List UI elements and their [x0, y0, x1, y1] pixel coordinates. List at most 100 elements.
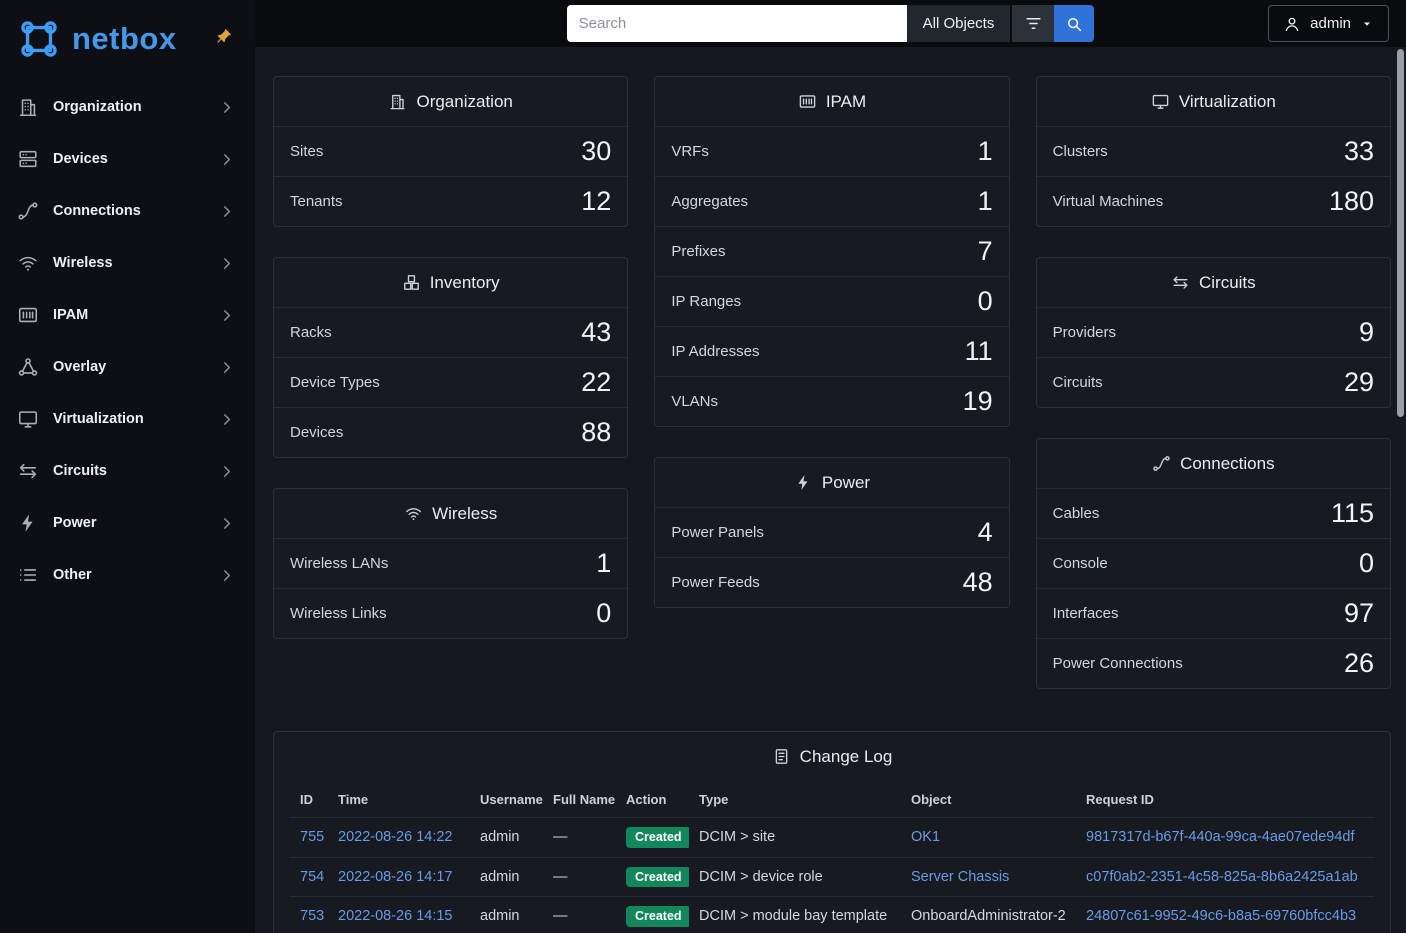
stat-row-circuits[interactable]: Circuits 29 — [1037, 357, 1390, 407]
user-menu-button[interactable]: admin — [1268, 5, 1389, 42]
table-row: 753 2022-08-26 14:15 admin — Created DCI… — [290, 897, 1374, 933]
netbox-logo[interactable]: netbox — [0, 0, 255, 77]
stat-row-prefixes[interactable]: Prefixes 7 — [655, 226, 1008, 276]
stat-row-vrfs[interactable]: VRFs 1 — [655, 126, 1008, 176]
stat-value: 43 — [581, 319, 611, 346]
card-header: Organization — [274, 77, 627, 126]
stat-row-power-panels[interactable]: Power Panels 4 — [655, 507, 1008, 557]
sidebar-item-power[interactable]: Power — [0, 497, 255, 549]
chevron-right-icon — [218, 463, 235, 480]
card-header: Inventory — [274, 258, 627, 307]
sidebar-item-circuits[interactable]: Circuits — [0, 445, 255, 497]
card-title: Circuits — [1199, 273, 1256, 293]
changelog-time-link[interactable]: 2022-08-26 14:17 — [338, 869, 453, 885]
stat-row-device-types[interactable]: Device Types 22 — [274, 357, 627, 407]
sidebar-item-ipam[interactable]: IPAM — [0, 289, 255, 341]
caret-down-icon — [1360, 17, 1374, 31]
chevron-right-icon — [218, 99, 235, 116]
stat-row-power-connections[interactable]: Power Connections 26 — [1037, 638, 1390, 688]
transfer-arrows-icon — [17, 460, 39, 482]
card-virtualization: Virtualization Clusters 33 Virtual Machi… — [1036, 76, 1391, 227]
card-header: Change Log — [274, 732, 1390, 781]
scrollbar-thumb[interactable] — [1397, 49, 1404, 417]
changelog-full-name: — — [543, 818, 616, 858]
changelog-object-link[interactable]: Server Chassis — [911, 869, 1009, 885]
sidebar-item-connections[interactable]: Connections — [0, 185, 255, 237]
filter-icon — [1024, 14, 1043, 33]
card-title: Organization — [416, 92, 512, 112]
topbar: All Objects admin — [255, 0, 1406, 47]
card-change-log: Change Log ID Time Username Full Name — [273, 731, 1391, 933]
stat-row-vlans[interactable]: VLANs 19 — [655, 376, 1008, 426]
card-header: Circuits — [1037, 258, 1390, 307]
changelog-time-link[interactable]: 2022-08-26 14:22 — [338, 829, 453, 845]
sidebar-item-other[interactable]: Other — [0, 549, 255, 601]
card-connections: Connections Cables 115 Console 0 Interfa… — [1036, 438, 1391, 689]
changelog-id-link[interactable]: 753 — [300, 908, 324, 924]
changelog-id-link[interactable]: 754 — [300, 869, 324, 885]
stat-row-ip-ranges[interactable]: IP Ranges 0 — [655, 276, 1008, 326]
changelog-object-link[interactable]: OK1 — [911, 829, 940, 845]
stat-label: VRFs — [671, 143, 709, 160]
stat-value: 180 — [1329, 188, 1374, 215]
stat-value: 22 — [581, 369, 611, 396]
stat-row-interfaces[interactable]: Interfaces 97 — [1037, 588, 1390, 638]
stat-row-sites[interactable]: Sites 30 — [274, 126, 627, 176]
stat-row-clusters[interactable]: Clusters 33 — [1037, 126, 1390, 176]
chevron-right-icon — [218, 359, 235, 376]
card-title: Virtualization — [1179, 92, 1276, 112]
search-submit-button[interactable] — [1054, 5, 1094, 42]
card-wireless: Wireless Wireless LANs 1 Wireless Links … — [273, 488, 628, 639]
stat-label: VLANs — [671, 393, 718, 410]
sidebar-item-devices[interactable]: Devices — [0, 133, 255, 185]
dashboard: Organization Sites 30 Tenants 12 Invento… — [255, 0, 1406, 933]
stat-row-virtual-machines[interactable]: Virtual Machines 180 — [1037, 176, 1390, 226]
dashboard-grid: Organization Sites 30 Tenants 12 Invento… — [273, 76, 1391, 689]
stat-label: Devices — [290, 424, 343, 441]
change-log-table-wrap: ID Time Username Full Name Action Type O… — [274, 781, 1390, 933]
changelog-id-link[interactable]: 755 — [300, 829, 324, 845]
chevron-right-icon — [218, 515, 235, 532]
stat-value: 48 — [963, 569, 993, 596]
search-input[interactable] — [567, 5, 907, 42]
sidebar-item-organization[interactable]: Organization — [0, 81, 255, 133]
card-header: Wireless — [274, 489, 627, 538]
sidebar-item-virtualization[interactable]: Virtualization — [0, 393, 255, 445]
sidebar-item-label: Organization — [53, 99, 142, 115]
card-title: Change Log — [800, 747, 893, 767]
stat-row-devices[interactable]: Devices 88 — [274, 407, 627, 457]
changelog-request-id-link[interactable]: 9817317d-b67f-440a-99ca-4ae07ede94df — [1086, 829, 1354, 845]
sidebar: netbox Organization Devices Connections — [0, 0, 255, 933]
stat-value: 29 — [1344, 369, 1374, 396]
changelog-request-id-link[interactable]: 24807c61-9952-49c6-b8a5-69760bfcc4b3 — [1086, 908, 1356, 924]
user-menu-label: admin — [1310, 15, 1351, 32]
cable-icon — [1152, 454, 1171, 473]
stat-row-tenants[interactable]: Tenants 12 — [274, 176, 627, 226]
pin-navigation-button[interactable] — [213, 28, 233, 48]
sidebar-item-overlay[interactable]: Overlay — [0, 341, 255, 393]
stat-row-aggregates[interactable]: Aggregates 1 — [655, 176, 1008, 226]
card-inventory: Inventory Racks 43 Device Types 22 Devic… — [273, 257, 628, 458]
sidebar-item-wireless[interactable]: Wireless — [0, 237, 255, 289]
stat-row-cables[interactable]: Cables 115 — [1037, 488, 1390, 538]
changelog-type: DCIM > device role — [689, 857, 901, 897]
object-type-dropdown[interactable]: All Objects — [907, 5, 1011, 42]
stat-row-ip-addresses[interactable]: IP Addresses 11 — [655, 326, 1008, 376]
stat-label: Device Types — [290, 374, 380, 391]
changelog-time-link[interactable]: 2022-08-26 14:15 — [338, 908, 453, 924]
chevron-right-icon — [218, 203, 235, 220]
changelog-request-id-link[interactable]: c07f0ab2-2351-4c58-825a-8b6a2425a1ab — [1086, 869, 1358, 885]
stat-row-power-feeds[interactable]: Power Feeds 48 — [655, 557, 1008, 607]
change-log-table: ID Time Username Full Name Action Type O… — [290, 781, 1374, 933]
stat-row-console[interactable]: Console 0 — [1037, 538, 1390, 588]
stat-row-providers[interactable]: Providers 9 — [1037, 307, 1390, 357]
stat-row-wireless-links[interactable]: Wireless Links 0 — [274, 588, 627, 638]
stat-row-racks[interactable]: Racks 43 — [274, 307, 627, 357]
changelog-username: admin — [470, 818, 543, 858]
chevron-right-icon — [218, 307, 235, 324]
stat-row-wireless-lans[interactable]: Wireless LANs 1 — [274, 538, 627, 588]
netbox-logo-icon — [14, 14, 64, 64]
table-row: 754 2022-08-26 14:17 admin — Created DCI… — [290, 857, 1374, 897]
stat-value: 0 — [978, 288, 993, 315]
filter-button[interactable] — [1012, 5, 1054, 42]
